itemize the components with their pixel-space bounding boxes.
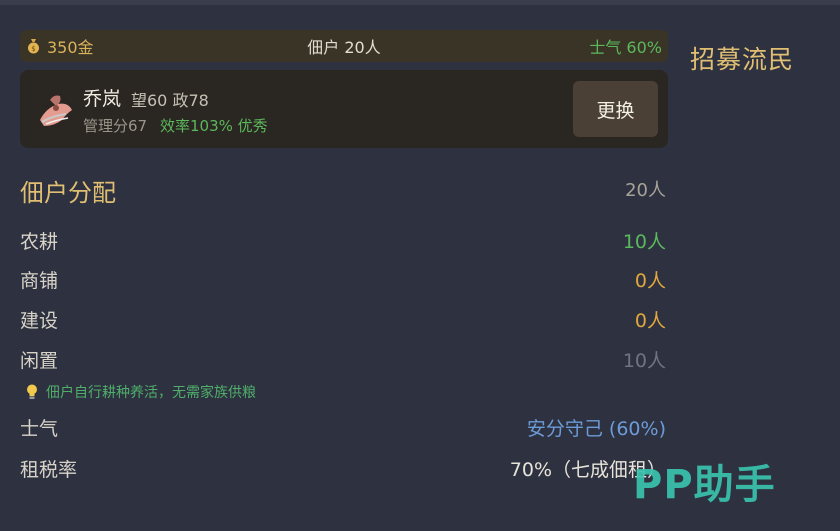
row-shop-label: 商铺 <box>20 270 59 292</box>
svg-text:$: $ <box>31 45 35 53</box>
tax-rate-label: 租税率 <box>20 459 78 481</box>
recruit-refugees-button[interactable]: 招募流民 <box>690 40 794 76</box>
tenant-total: 佃户 20人 <box>307 38 381 57</box>
allocation-total: 20人 <box>625 180 666 201</box>
row-idle-label: 闲置 <box>20 350 59 372</box>
row-construction-label: 建设 <box>20 310 59 332</box>
watermark: PP助手 <box>633 462 776 508</box>
lightbulb-icon <box>27 384 37 399</box>
tip-text: 佃户自行耕种养活，无需家族供粮 <box>46 385 256 401</box>
row-idle-value: 10人 <box>622 350 666 372</box>
row-farming-value[interactable]: 10人 <box>623 227 666 254</box>
manager-stats: 望60 政78 <box>131 91 209 110</box>
resource-bar: $ 350金 佃户 20人 士气 60% <box>20 30 668 62</box>
top-edge <box>0 0 840 5</box>
row-farming-label: 农耕 <box>20 231 59 253</box>
manager-score: 管理分67 <box>83 117 148 135</box>
row-shop-value[interactable]: 0人 <box>635 266 666 293</box>
swap-manager-button[interactable]: 更换 <box>573 81 658 137</box>
manager-efficiency: 效率103% 优秀 <box>160 117 268 135</box>
morale-label: 士气 <box>20 418 59 440</box>
money-bag-icon: $ <box>28 39 39 54</box>
character-portrait <box>40 95 72 126</box>
morale-summary: 士气 60% <box>589 38 662 57</box>
allocation-title: 佃户分配 <box>20 179 116 207</box>
morale-value: 安分守己 (60%) <box>526 418 666 440</box>
manager-card: 乔岚 望60 政78 管理分67 效率103% 优秀 更换 <box>20 70 668 148</box>
gold-display: $ 350金 <box>26 34 246 58</box>
gold-amount: 350金 <box>47 38 94 57</box>
manager-name: 乔岚 <box>83 88 122 110</box>
row-construction-value[interactable]: 0人 <box>635 306 666 333</box>
allocation-tip: 佃户自行耕种养活，无需家族供粮 <box>26 382 256 402</box>
